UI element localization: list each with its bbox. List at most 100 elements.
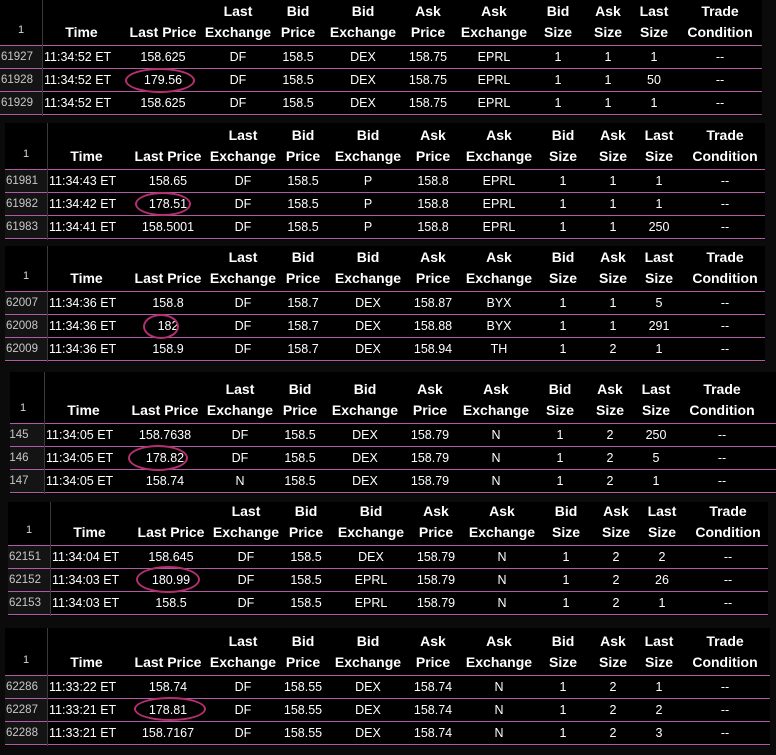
column-header-bid-price[interactable]: Bid Price [277,631,329,673]
column-header-bid-price[interactable]: Bid Price [274,379,326,421]
column-header-bid-exchange[interactable]: Bid Exchange [333,631,403,673]
column-header-last-size[interactable]: Last Size [634,379,678,421]
column-header-last-exchange[interactable]: Last Exchange [209,247,277,289]
column-header-trade-condition[interactable]: Trade Condition [688,502,768,543]
table-row[interactable]: 62151 11:34:04 ET 158.645 DF 158.5 DEX 158.79 N… [8,546,768,568]
column-header-time[interactable]: Time [44,22,119,43]
column-header-trade-condition[interactable]: Trade Condition [685,125,765,167]
column-header-time[interactable]: Time [49,652,124,673]
column-header-bid-exchange[interactable]: Bid Exchange [333,247,403,289]
column-header-ask-size[interactable]: Ask Size [586,1,630,43]
table-row[interactable]: 61982 11:34:42 ET 178.51 DF 158.5 P 158.8 EPRL 1… [5,193,765,215]
column-header-bid-size[interactable]: Bid Size [536,379,584,421]
column-header-line: Last [644,633,674,649]
table-row[interactable]: 61928 11:34:52 ET 179.56 DF 158.5 DEX 158.75 EP… [0,69,762,91]
column-header-last-size[interactable]: Last Size [637,631,681,673]
column-header-ask-exchange[interactable]: Ask Exchange [458,1,530,43]
column-header-time[interactable]: Time [46,400,121,421]
table-row[interactable]: 62007 11:34:36 ET 158.8 DF 158.7 DEX 158.87 BYX… [5,292,765,314]
column-header-ask-exchange[interactable]: Ask Exchange [463,247,535,289]
column-header-ask-size[interactable]: Ask Size [591,247,635,289]
column-header-last-price[interactable]: Last Price [129,146,207,167]
column-header-ask-price[interactable]: Ask Price [405,125,461,167]
table-row[interactable]: 214611:34:05 ET 178.82 DF 158.5 DEX 158.79 N 1 2… [10,447,776,469]
column-header-ask-price[interactable]: Ask Price [400,1,456,43]
column-header-ask-price[interactable]: Ask Price [405,631,461,673]
column-header-ask-price[interactable]: Ask Price [405,247,461,289]
column-header-last-exchange[interactable]: Last Exchange [204,1,272,43]
column-header-bid-exchange[interactable]: Bid Exchange [336,502,406,543]
column-header-time[interactable]: Time [49,146,124,167]
column-header-bid-price[interactable]: Bid Price [277,125,329,167]
column-header-trade-condition[interactable]: Trade Condition [685,247,765,289]
column-header-bid-price[interactable]: Bid Price [280,502,332,543]
column-header-bid-size[interactable]: Bid Size [539,247,587,289]
column-header-last-price[interactable]: Last Price [132,522,210,543]
table-row[interactable]: 214711:34:05 ET 158.74 N 158.5 DEX 158.79 N 1 2 1… [10,470,776,492]
column-header-last-price[interactable]: Last Price [124,22,202,43]
table-row[interactable]: 61983 11:34:41 ET 158.5001 DF 158.5 P 158.8 EPR… [5,216,765,238]
column-header-bid-exchange[interactable]: Bid Exchange [330,379,400,421]
column-header-time[interactable]: Time [49,268,124,289]
cell-time: 11:34:03 ET [52,596,120,610]
column-header-last-price[interactable]: Last Price [126,400,204,421]
column-header-ask-size[interactable]: Ask Size [588,379,632,421]
table-row[interactable]: 62152 11:34:03 ET 180.99 DF 158.5 EPRL 158.79 N… [8,569,768,591]
column-header-ask-price[interactable]: Ask Price [402,379,458,421]
table-row[interactable]: 62287 11:33:21 ET 178.81 DF 158.55 DEX 158.74 N… [5,699,770,721]
column-header-ask-exchange[interactable]: Ask Exchange [463,631,535,673]
table-row[interactable]: 62009 11:34:36 ET 158.9 DF 158.7 DEX 158.94 TH 1… [5,338,765,360]
column-header-ask-exchange[interactable]: Ask Exchange [463,125,535,167]
table-row[interactable]: 62286 11:33:22 ET 158.74 DF 158.55 DEX 158.74 N… [5,676,770,698]
column-header-ask-size[interactable]: Ask Size [591,631,635,673]
column-header-index[interactable]: 1 [0,20,42,41]
column-header-line: Ask [420,127,446,143]
column-header-last-exchange[interactable]: Last Exchange [209,631,277,673]
column-header-last-price[interactable]: Last Price [129,268,207,289]
column-header-index[interactable]: 1 [8,520,50,541]
table-row[interactable]: 61929 11:34:52 ET 158.625 DF 158.5 DEX 158.75 E… [0,92,762,114]
column-header-last-price[interactable]: Last Price [129,652,207,673]
column-header-last-exchange[interactable]: Last Exchange [212,502,280,543]
column-header-trade-condition[interactable]: Trade Condition [682,379,762,421]
column-header-bid-exchange[interactable]: Bid Exchange [328,1,398,43]
column-header-ask-size[interactable]: Ask Size [594,502,638,543]
column-header-bid-size[interactable]: Bid Size [539,631,587,673]
cell-ask-exchange: EPRL [482,220,516,234]
column-header-ask-size[interactable]: Ask Size [591,125,635,167]
column-header-index[interactable]: 1 [10,398,44,419]
column-header-last-size[interactable]: Last Size [637,247,681,289]
column-header-index[interactable]: 1 [5,266,47,287]
table-row[interactable]: 61927 11:34:52 ET 158.625 DF 158.5 DEX 158.75 E… [0,46,762,68]
table-row[interactable]: 62153 11:34:03 ET 158.5 DF 158.5 EPRL 158.79 N 1… [8,592,768,614]
column-header-ask-price[interactable]: Ask Price [408,502,464,543]
table-row[interactable]: 62288 11:33:21 ET 158.7167 DF 158.55 DEX 158.7… [5,722,770,744]
column-header-bid-exchange[interactable]: Bid Exchange [333,125,403,167]
column-header-last-size[interactable]: Last Size [640,502,684,543]
cell-last-price: 179.56 [143,73,183,87]
column-header-bid-size[interactable]: Bid Size [542,502,590,543]
column-header-trade-condition[interactable]: Trade Condition [685,631,765,673]
table-row[interactable]: 61981 11:34:43 ET 158.65 DF 158.5 P 158.8 EPRL 1… [5,170,765,192]
cell-time: 11:33:21 ET [49,703,117,717]
column-header-trade-condition[interactable]: Trade Condition [680,1,760,43]
cell-ask-exchange: N [491,474,501,488]
column-header-last-size[interactable]: Last Size [632,1,676,43]
table-row[interactable]: 62008 11:34:36 ET 182 DF 158.7 DEX 158.88 BYX 1 1… [5,315,765,337]
column-header-index[interactable]: 1 [5,650,47,671]
column-header-last-size[interactable]: Last Size [637,125,681,167]
column-header-ask-exchange[interactable]: Ask Exchange [460,379,532,421]
column-header-time[interactable]: Time [52,522,127,543]
column-header-line: Exchange [209,148,277,164]
column-header-bid-price[interactable]: Bid Price [277,247,329,289]
table-row[interactable]: 214511:34:05 ET 158.7638 DF 158.5 DEX 158.79 N… [10,424,776,446]
column-header-bid-size[interactable]: Bid Size [534,1,582,43]
column-header-index[interactable]: 1 [5,144,47,165]
column-header-last-exchange[interactable]: Last Exchange [209,125,277,167]
column-header-last-exchange[interactable]: Last Exchange [206,379,274,421]
column-header-bid-size[interactable]: Bid Size [539,125,587,167]
column-header-bid-price[interactable]: Bid Price [272,1,324,43]
column-header-ask-exchange[interactable]: Ask Exchange [466,502,538,543]
column-header-line: Exchange [212,524,280,540]
cell-trade-condition: -- [717,428,727,442]
